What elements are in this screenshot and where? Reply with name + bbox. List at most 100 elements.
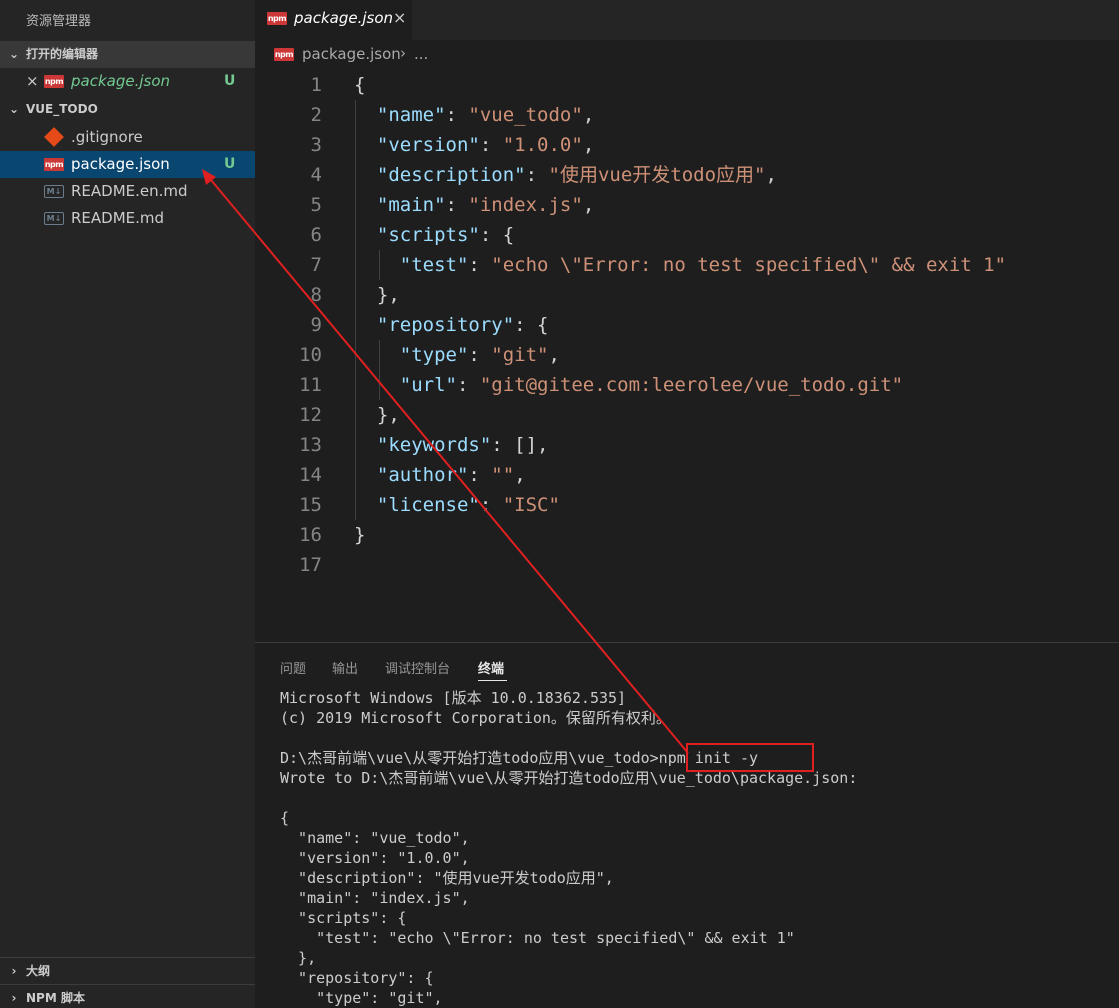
json-punctuation [354, 344, 400, 366]
project-folder-header[interactable]: ⌄ VUE_TODO [0, 96, 255, 123]
panel-tab-problems[interactable]: 问题 [280, 658, 306, 677]
untracked-badge: U [224, 156, 236, 172]
file-item-package-json[interactable]: npm package.json U [0, 151, 255, 178]
code-line: "scripts": { [354, 220, 514, 250]
active-tab-underline [478, 680, 507, 681]
json-punctuation: , [765, 164, 777, 186]
json-punctuation [354, 104, 377, 126]
open-editor-item-package-json[interactable]: × npm package.json U [0, 68, 255, 95]
json-punctuation [354, 434, 377, 456]
json-punctuation: { [354, 74, 366, 96]
json-punctuation: : { [479, 224, 515, 246]
json-punctuation [354, 224, 377, 246]
json-string: "git" [491, 344, 549, 366]
line-number: 6 [310, 224, 322, 246]
npm-scripts-header[interactable]: › NPM 脚本 [0, 984, 255, 1008]
json-string: "index.js" [468, 194, 583, 216]
code-line: "author": "", [354, 460, 526, 490]
open-editor-label: package.json [71, 72, 171, 90]
line-number: 7 [310, 254, 322, 276]
json-key: "test" [399, 254, 469, 276]
panel-tab-debug-console[interactable]: 调试控制台 [385, 658, 450, 677]
json-punctuation [354, 494, 377, 516]
json-punctuation: , [582, 104, 595, 126]
breadcrumb-file[interactable]: package.json [302, 45, 401, 63]
line-number: 8 [310, 284, 322, 306]
line-number: 17 [299, 554, 322, 576]
file-item-gitignore[interactable]: .gitignore [0, 124, 255, 151]
line-number: 9 [310, 314, 322, 336]
json-key: "description" [376, 164, 526, 186]
code-line: { [354, 70, 365, 100]
json-key: "type" [399, 344, 469, 366]
json-punctuation: }, [354, 404, 400, 426]
npm-icon: npm [267, 12, 287, 25]
json-key: "scripts" [376, 224, 480, 246]
close-icon[interactable]: × [393, 8, 406, 27]
json-string: "使用vue开发todo应用" [548, 164, 766, 186]
line-number: 1 [310, 74, 322, 96]
json-punctuation: : { [514, 314, 549, 336]
git-icon [44, 127, 64, 147]
line-number: 3 [310, 134, 322, 156]
json-punctuation [354, 194, 377, 216]
line-number: 14 [299, 464, 322, 486]
bottom-panel: 问题 输出 调试控制台 终端 Microsoft Windows [版本 10.… [255, 642, 1119, 1008]
json-string: "" [491, 464, 515, 486]
file-item-readme-en[interactable]: M↓ README.en.md [0, 178, 255, 205]
json-punctuation [354, 314, 377, 336]
panel-tab-terminal[interactable]: 终端 [478, 658, 504, 677]
json-key: "url" [399, 374, 457, 396]
json-punctuation: , [514, 464, 526, 486]
terminal-line: "description": "使用vue开发todo应用", [280, 869, 614, 887]
terminal-line: "version": "1.0.0", [280, 849, 470, 867]
json-punctuation: : [525, 164, 549, 186]
json-key: "version" [376, 134, 480, 156]
code-line: "test": "echo \"Error: no test specified… [354, 250, 1006, 280]
chevron-right-icon: › [400, 44, 406, 62]
terminal-line: "name": "vue_todo", [280, 829, 470, 847]
json-punctuation: : [468, 464, 492, 486]
json-punctuation [354, 254, 400, 276]
json-key: "author" [376, 464, 469, 486]
json-punctuation: : [456, 374, 480, 396]
tab-label: package.json [294, 9, 394, 27]
code-line: "keywords": [], [354, 430, 549, 460]
code-line: }, [354, 280, 400, 310]
json-punctuation [354, 134, 377, 156]
npm-icon: npm [274, 48, 294, 61]
open-editors-header[interactable]: ⌄ 打开的编辑器 [0, 41, 255, 68]
file-label: package.json [71, 155, 170, 173]
json-key: "repository" [376, 314, 515, 336]
tab-package-json[interactable]: npm package.json × [255, 0, 412, 40]
terminal-line: }, [280, 949, 317, 967]
json-punctuation: : [479, 494, 503, 516]
code-line: "description": "使用vue开发todo应用", [354, 160, 777, 190]
explorer-title: 资源管理器 [26, 14, 92, 29]
panel-tab-output[interactable]: 输出 [332, 658, 358, 677]
outline-header[interactable]: › 大纲 [0, 957, 255, 984]
terminal-line: Microsoft Windows [版本 10.0.18362.535] [280, 689, 627, 707]
npm-scripts-label: NPM 脚本 [26, 991, 85, 1005]
file-item-readme[interactable]: M↓ README.md [0, 205, 255, 232]
json-punctuation: : [445, 194, 469, 216]
markdown-icon: M↓ [44, 185, 64, 198]
json-string: "ISC" [502, 494, 560, 516]
json-punctuation: : [], [491, 434, 549, 456]
json-string: "vue_todo" [468, 104, 583, 126]
close-icon[interactable]: × [26, 68, 39, 95]
breadcrumb-more[interactable]: ... [414, 45, 428, 63]
npm-icon: npm [44, 158, 64, 171]
json-key: "license" [376, 494, 480, 516]
json-string: "echo \"Error: no test specified\" && ex… [491, 254, 1007, 276]
terminal-line: "repository": { [280, 969, 434, 987]
code-editor[interactable]: 1 2 3 4 5 6 7 8 9 10 11 12 13 14 15 16 17 { "name": "vue… [255, 70, 1119, 642]
code-line: "repository": { [354, 310, 549, 340]
markdown-icon: M↓ [44, 212, 64, 225]
editor-tab-bar: npm package.json × [255, 0, 1119, 40]
command-highlight-box [686, 743, 814, 772]
json-punctuation: : [468, 344, 492, 366]
terminal-line: "test": "echo \"Error: no test specified… [280, 929, 795, 947]
line-number: 5 [310, 194, 322, 216]
file-label: .gitignore [71, 128, 143, 146]
